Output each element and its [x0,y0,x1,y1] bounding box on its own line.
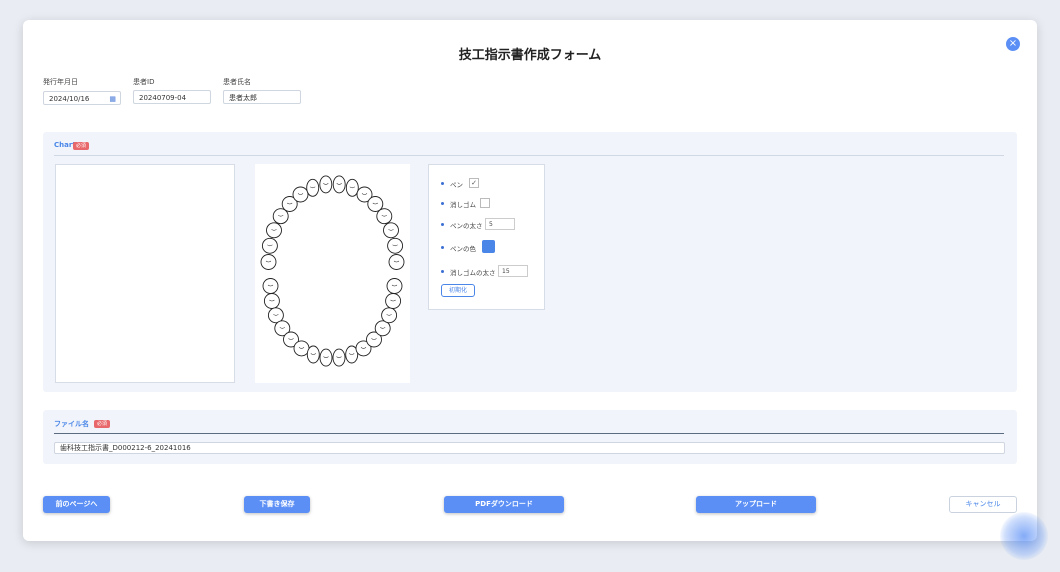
pen-color-swatch[interactable] [482,240,495,253]
issue-date-input[interactable]: 2024/10/16 ▦ [43,91,121,105]
reset-button[interactable]: 初期化 [441,284,475,297]
patient-name-label: 患者氏名 [223,78,251,86]
pen-label: ペン [450,181,463,189]
patient-id-value: 20240709-04 [139,94,187,102]
filename-panel: ファイル名 必須 歯科技工指示書_D000212-6_20241016 [43,410,1017,464]
required-badge: 必須 [94,420,111,428]
eraser-width-label: 消しゴムの太さ [450,269,496,277]
bullet-icon [441,223,444,226]
pen-width-label: ペンの太さ [450,222,483,230]
upload-button[interactable]: アップロード [696,496,816,513]
patient-id-input[interactable]: 20240709-04 [133,90,211,104]
cancel-button[interactable]: キャンセル [949,496,1017,513]
filename-input[interactable]: 歯科技工指示書_D000212-6_20241016 [54,442,1005,454]
drawing-tools-panel: ペン ✓ 消しゴム ペンの太さ 5 ペンの色 消しゴムの太さ 15 初期化 [428,164,545,310]
close-icon[interactable]: × [1006,37,1020,51]
panel-divider [54,433,1004,434]
chart-panel: Chart 必須 ペン ✓ 消しゴム ペンの太さ 5 ペンの色 消しゴムの太さ … [43,132,1017,392]
eraser-label: 消しゴム [450,201,476,209]
pdf-download-button[interactable]: PDFダウンロード [444,496,564,513]
issue-date-label: 発行年月日 [43,78,78,86]
form-title: 技工指示書作成フォーム [458,48,602,63]
bullet-icon [441,246,444,249]
calendar-icon[interactable]: ▦ [109,92,116,106]
required-badge: 必須 [73,142,90,150]
filename-panel-title: ファイル名 [54,420,89,428]
prev-page-button[interactable]: 前のページへ [43,496,110,513]
dental-chart[interactable] [255,164,410,383]
filename-value: 歯科技工指示書_D000212-6_20241016 [60,444,191,452]
pen-width-input[interactable]: 5 [485,218,515,230]
form-modal: 技工指示書作成フォーム × 発行年月日 2024/10/16 ▦ 患者ID 20… [23,20,1037,541]
pen-checkbox[interactable]: ✓ [469,178,479,188]
floating-glow [1000,512,1048,560]
pen-color-label: ペンの色 [450,245,476,253]
panel-divider [54,155,1004,156]
eraser-width-input[interactable]: 15 [498,265,528,277]
bullet-icon [441,202,444,205]
bullet-icon [441,182,444,185]
patient-name-input[interactable]: 患者太郎 [223,90,301,104]
eraser-checkbox[interactable] [480,198,490,208]
bullet-icon [441,270,444,273]
patient-name-value: 患者太郎 [229,94,257,102]
drawing-canvas[interactable] [55,164,235,383]
save-draft-button[interactable]: 下書き保存 [244,496,310,513]
dental-chart-svg [260,175,405,367]
patient-id-label: 患者ID [133,78,155,86]
issue-date-value: 2024/10/16 [49,95,90,103]
